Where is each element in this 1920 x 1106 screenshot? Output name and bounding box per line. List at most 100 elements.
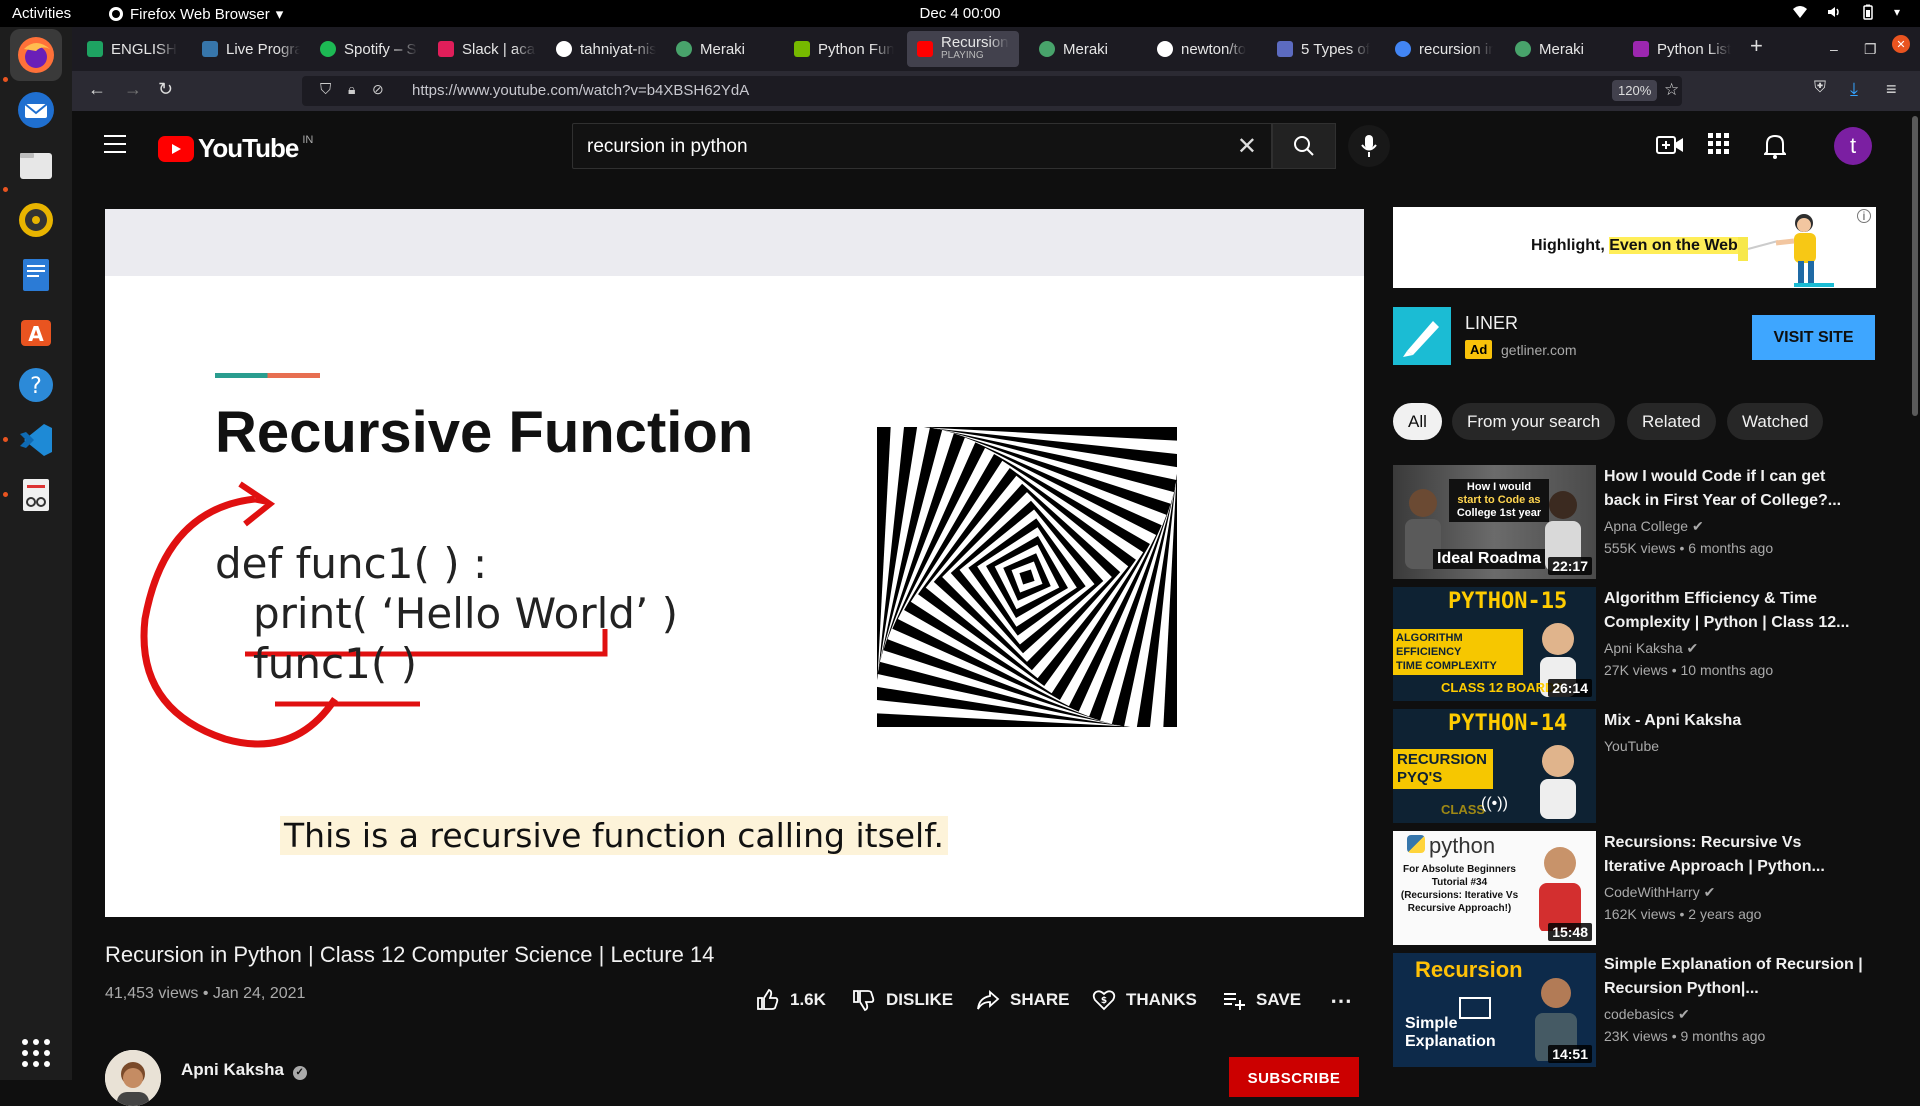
tab-active[interactable]: RecursionPLAYING ✕ (907, 31, 1019, 67)
filter-chip-related[interactable]: Related (1627, 403, 1716, 440)
system-tray[interactable]: ▾ (1792, 4, 1900, 20)
page-scrollbar[interactable] (1912, 111, 1920, 1080)
tab[interactable]: Python Fun (784, 31, 894, 67)
recommended-video-channel[interactable]: CodeWithHarry ✔ (1604, 884, 1715, 901)
video-thumbnail[interactable]: python For Absolute Beginners Tutorial #… (1393, 831, 1596, 945)
more-actions-icon[interactable]: ⋯ (1330, 988, 1352, 1014)
search-button[interactable] (1272, 123, 1336, 169)
recommended-video[interactable]: PYTHON-15 ALGORITHM EFFICIENCY TIME COMP… (1393, 587, 1876, 701)
recommended-video-title[interactable]: Recursions: Recursive Vs Iterative Appro… (1604, 831, 1864, 879)
new-tab-button[interactable]: + (1750, 33, 1763, 59)
clock[interactable]: Dec 4 00:00 (920, 5, 1001, 22)
dislike-button[interactable]: DISLIKE (852, 988, 953, 1012)
slide-header-strip (105, 209, 1364, 276)
video-thumbnail[interactable]: Recursion Simple Explanation 14:51 (1393, 953, 1596, 1067)
subscribe-button[interactable]: SUBSCRIBE (1229, 1057, 1359, 1097)
forward-icon[interactable]: → (124, 79, 142, 100)
recommended-video-title[interactable]: How I would Code if I can get back in Fi… (1604, 465, 1864, 513)
pocket-icon[interactable]: ⛨ (1814, 79, 1826, 97)
zoom-indicator[interactable]: 120% (1612, 80, 1657, 101)
shield-icon[interactable]: ⛉ (320, 81, 331, 98)
ad-banner[interactable]: Highlight, Even on the Web i (1393, 207, 1876, 288)
clear-search-icon[interactable]: ✕ (1237, 132, 1257, 161)
save-button[interactable]: SAVE (1222, 988, 1301, 1012)
tab[interactable]: Live Progra (192, 31, 300, 67)
share-button[interactable]: SHARE (976, 988, 1070, 1012)
tab[interactable]: Meraki (1505, 31, 1613, 67)
channel-avatar[interactable] (105, 1050, 161, 1106)
tab[interactable]: Python List (1623, 31, 1731, 67)
recommended-video-title[interactable]: Simple Explanation of Recursion | Recurs… (1604, 953, 1864, 1001)
dock-vscode[interactable] (10, 414, 62, 466)
thumbnail-line: PYQ'S (1397, 769, 1489, 787)
recommended-video-channel[interactable]: Apna College ✔ (1604, 518, 1704, 535)
tab[interactable]: tahniyat-nis (546, 31, 656, 67)
permissions-icon[interactable]: ⊘ (372, 81, 384, 98)
like-button[interactable]: 1.6K (756, 988, 826, 1012)
hamburger-menu-icon[interactable] (104, 135, 126, 159)
tab[interactable]: newton/to (1147, 31, 1257, 67)
thanks-button[interactable]: $ THANKS (1092, 988, 1197, 1012)
filter-chip-watched[interactable]: Watched (1727, 403, 1823, 440)
video-thumbnail[interactable]: PYTHON-15 ALGORITHM EFFICIENCY TIME COMP… (1393, 587, 1596, 701)
tab[interactable]: 5 Types of (1267, 31, 1375, 67)
tab[interactable]: Spotify – Se (310, 31, 418, 67)
app-menu[interactable]: Firefox Web Browser ▾ (108, 5, 283, 23)
firefox-icon (16, 35, 56, 75)
dock-reader[interactable] (10, 469, 62, 521)
search-query[interactable]: recursion in python (587, 136, 748, 158)
search-input[interactable]: recursion in python ✕ (572, 123, 1272, 169)
minimize-icon[interactable]: – (1830, 41, 1838, 57)
video-thumbnail[interactable]: How I would start to Code as College 1st… (1393, 465, 1596, 579)
apps-grid-icon[interactable] (1708, 133, 1730, 155)
notifications-bell-icon[interactable] (1764, 133, 1786, 159)
recommended-video-channel[interactable]: Apni Kaksha ✔ (1604, 640, 1698, 657)
url-text[interactable]: https://www.youtube.com/watch?v=b4XBSH62… (412, 82, 749, 99)
recommended-video-channel[interactable]: codebasics ✔ (1604, 1006, 1690, 1023)
ad-info-icon[interactable]: i (1857, 209, 1871, 223)
tab[interactable]: recursion in (1385, 31, 1493, 67)
dock-writer[interactable] (10, 249, 62, 301)
lock-icon[interactable]: 🔒︎ (348, 81, 355, 98)
scrollbar-thumb[interactable] (1912, 116, 1918, 416)
recommended-mix[interactable]: PYTHON-14 RECURSION PYQ'S CLASS ((•)) Mi… (1393, 709, 1876, 823)
video-player[interactable]: Recursive Function def func1( ) : print(… (105, 209, 1364, 917)
bookmark-star-icon[interactable]: ☆ (1664, 80, 1679, 100)
close-window-icon[interactable]: ✕ (1892, 35, 1910, 53)
dock-files[interactable] (10, 139, 62, 191)
show-applications-button[interactable] (10, 1027, 62, 1079)
video-thumbnail[interactable]: PYTHON-14 RECURSION PYQ'S CLASS ((•)) (1393, 709, 1596, 823)
thumbnail-line: Recursive Approach!) (1397, 902, 1522, 915)
recommended-video[interactable]: Recursion Simple Explanation 14:51 Simpl… (1393, 953, 1876, 1067)
recommended-video[interactable]: python For Absolute Beginners Tutorial #… (1393, 831, 1876, 945)
filter-chip-all[interactable]: All (1393, 403, 1442, 440)
recommended-video-channel[interactable]: YouTube (1604, 738, 1659, 754)
filter-chip-from-your-search[interactable]: From your search (1452, 403, 1615, 440)
recommended-video-title[interactable]: Mix - Apni Kaksha (1604, 709, 1864, 733)
reload-icon[interactable]: ↻ (158, 79, 173, 100)
address-bar[interactable]: ⛉ 🔒︎ ⊘ https://www.youtube.com/watch?v=b… (302, 76, 1682, 106)
tab[interactable]: Meraki (666, 31, 774, 67)
dock-software[interactable]: A (10, 304, 62, 356)
youtube-logo[interactable]: YouTube IN (158, 133, 313, 164)
activities-button[interactable]: Activities (12, 5, 71, 22)
create-video-icon[interactable] (1656, 133, 1684, 157)
dock-thunderbird[interactable] (10, 84, 62, 136)
dock-help[interactable]: ? (10, 359, 62, 411)
restore-icon[interactable]: ❐ (1864, 41, 1877, 58)
back-icon[interactable]: ← (88, 79, 106, 100)
visit-site-button[interactable]: VISIT SITE (1752, 315, 1875, 360)
account-avatar[interactable]: t (1834, 127, 1872, 165)
voice-search-button[interactable] (1348, 125, 1390, 167)
recommended-video-title[interactable]: Algorithm Efficiency & Time Complexity |… (1604, 587, 1864, 635)
tab[interactable]: Meraki (1029, 31, 1137, 67)
recommended-video[interactable]: How I would start to Code as College 1st… (1393, 465, 1876, 579)
dock-firefox[interactable] (10, 29, 62, 81)
downloads-icon[interactable]: ⤓ (1850, 79, 1858, 100)
channel-name[interactable]: Apni Kaksha ✓ (181, 1060, 307, 1080)
tab[interactable]: Slack | acad (428, 31, 536, 67)
tab[interactable]: ENGLISH M (77, 31, 177, 67)
menu-icon[interactable]: ≡ (1886, 79, 1897, 100)
channel-name-text: CodeWithHarry (1604, 884, 1700, 900)
dock-rhythmbox[interactable] (10, 194, 62, 246)
